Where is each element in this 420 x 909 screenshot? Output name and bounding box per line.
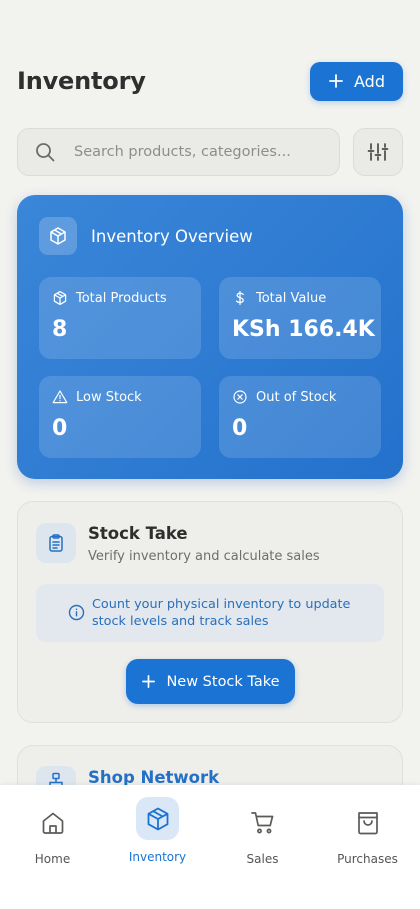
stat-value: KSh 166.4K <box>232 317 375 342</box>
box-icon <box>147 807 168 830</box>
nav-item-home[interactable]: Home <box>0 785 105 875</box>
search-box[interactable] <box>17 128 340 176</box>
cart-icon <box>250 812 273 834</box>
header: Inventory Add <box>17 61 403 101</box>
info-icon <box>68 604 85 621</box>
stat-label-row: Total Value <box>232 290 326 306</box>
search-row <box>17 128 403 178</box>
add-button-label: Add <box>354 71 385 91</box>
inventory-screen: Inventory Add Inventory Overview <box>0 0 420 909</box>
stat-low-stock: Low Stock 0 <box>39 376 201 458</box>
x-circle-icon <box>233 390 247 404</box>
nav-icon-wrap <box>32 802 74 844</box>
new-stock-take-label: New Stock Take <box>166 673 280 690</box>
nav-item-purchases[interactable]: Purchases <box>315 785 420 875</box>
stat-label-row: Low Stock <box>52 389 142 405</box>
nav-icon-wrap <box>136 797 179 840</box>
stock-take-icon-badge <box>36 523 76 563</box>
stock-take-subtitle: Verify inventory and calculate sales <box>88 549 320 564</box>
stat-label: Total Products <box>76 290 167 306</box>
nav-item-inventory[interactable]: Inventory <box>105 785 210 875</box>
stat-total-value: Total Value KSh 166.4K <box>219 277 381 359</box>
stock-take-title: Stock Take <box>88 524 188 543</box>
stat-label: Total Value <box>256 290 327 306</box>
stat-value: 0 <box>52 416 68 441</box>
stock-take-info-text: Count your physical inventory to update … <box>92 597 351 629</box>
stat-value: 0 <box>232 416 248 441</box>
stat-label-row: Total Products <box>52 290 167 306</box>
warning-icon <box>52 390 68 404</box>
nav-label: Home <box>34 852 71 866</box>
box-icon <box>50 227 66 245</box>
nav-item-sales[interactable]: Sales <box>210 785 315 875</box>
add-button[interactable]: Add <box>310 61 403 101</box>
overview-title: Inventory Overview <box>91 226 253 246</box>
stat-total-products: Total Products 8 <box>39 277 201 359</box>
nav-icon-wrap <box>242 802 284 844</box>
stock-take-card: Stock Take Verify inventory and calculat… <box>17 501 403 723</box>
nav-icon-wrap <box>347 802 389 844</box>
stat-label: Out of Stock <box>256 389 337 405</box>
filter-button[interactable] <box>353 128 403 176</box>
clipboard-icon <box>49 534 63 552</box>
bottom-nav: Home Inventory Sales Purchases <box>0 785 420 909</box>
stat-out-of-stock: Out of Stock 0 <box>219 376 381 458</box>
stat-value: 8 <box>52 317 68 342</box>
home-icon <box>42 812 63 834</box>
nav-label: Inventory <box>128 850 187 864</box>
search-input[interactable] <box>72 143 316 161</box>
stat-label: Low Stock <box>76 389 142 405</box>
plus-icon <box>329 74 343 88</box>
page-title: Inventory <box>17 67 146 95</box>
nav-label: Purchases <box>337 852 398 866</box>
inventory-overview-card: Inventory Overview Total Products 8 Tota… <box>17 195 403 479</box>
nav-label: Sales <box>246 852 279 866</box>
overview-header: Inventory Overview <box>39 217 253 255</box>
dollar-icon <box>236 290 244 306</box>
stat-label-row: Out of Stock <box>232 389 336 405</box>
box-icon <box>53 290 67 306</box>
search-icon <box>36 143 55 162</box>
plus-icon <box>142 675 156 688</box>
stock-take-info-box: Count your physical inventory to update … <box>36 584 384 642</box>
bag-icon <box>357 812 378 835</box>
overview-icon-badge <box>39 217 77 255</box>
new-stock-take-button[interactable]: New Stock Take <box>126 659 295 704</box>
sliders-icon <box>367 143 389 161</box>
